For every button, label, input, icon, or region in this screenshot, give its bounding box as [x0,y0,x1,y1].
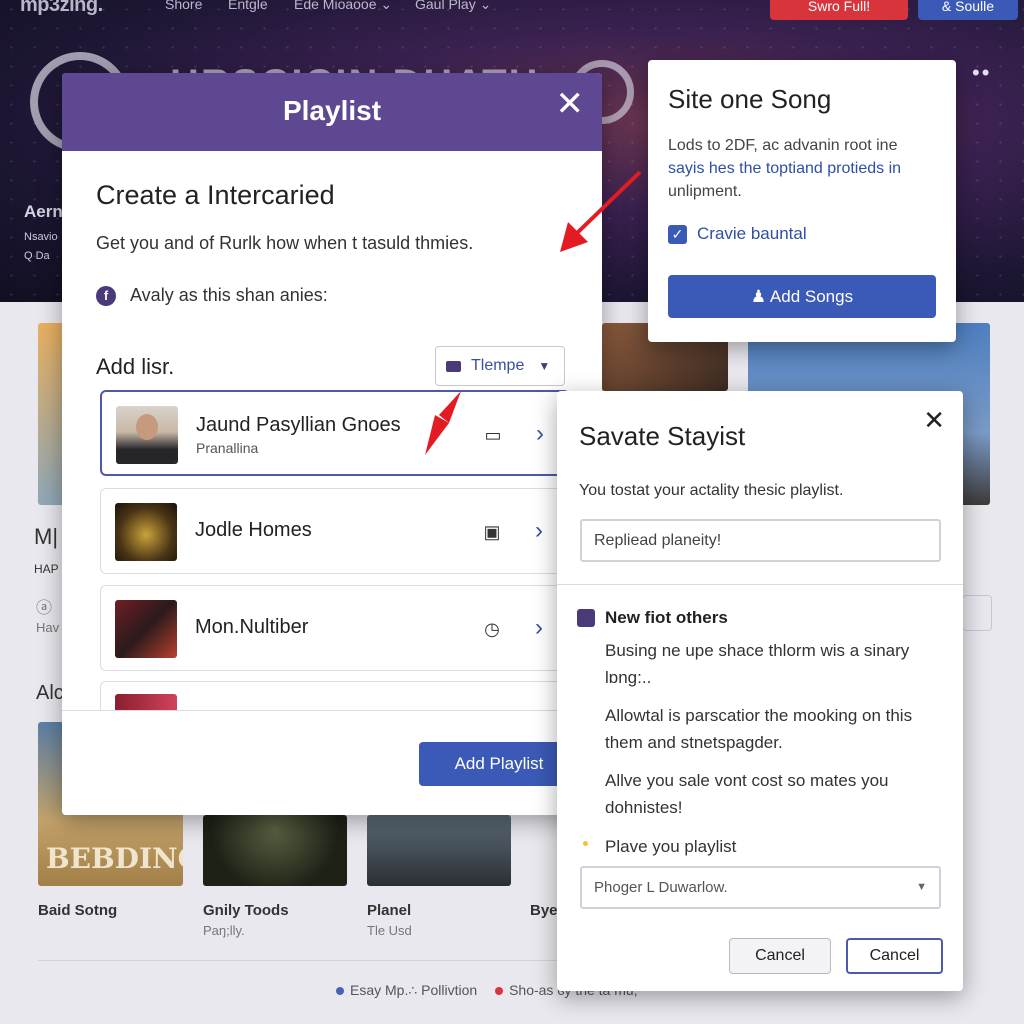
footer-dot-red [495,987,504,996]
playlist-footer-divider [62,710,602,711]
site-song-dialog: Site one Song Lods to 2DF, ac advanin ro… [648,60,956,342]
album-title-4[interactable]: Bye [530,902,558,919]
playlist-info-text: Avaly as this shan anies: [130,285,328,305]
song-text-line-1: Lods to 2DF, ac advanin root ine [668,137,898,154]
arrow-head [425,415,449,455]
album-sub-2: Paŋ;lly. [203,923,245,938]
bg-snippet-2: HAP [34,562,59,576]
cancel-button-primary[interactable]: Cancel [846,938,943,974]
footer-left-text[interactable]: Esay Mp.∴ Pollivtion [350,982,477,998]
facebook-icon: f [96,285,116,306]
playlist-description: Get you and of Rurlk how when t tasuld t… [96,233,474,253]
close-icon[interactable]: ✕ [923,405,945,436]
playlist-select-value: Phoger L Duwarlow. [594,879,728,896]
playlist-dialog-title: Playlist [282,95,382,126]
login-button[interactable]: & Soulle [918,0,1018,20]
bg-side-button[interactable] [962,595,992,631]
save-paragraph-3: Allve you sale vont cost so mates you do… [605,771,889,817]
album-tile-left[interactable] [38,323,64,505]
bg-section-heading: Alc [36,682,64,704]
save-dialog-title: Savate Stayist [579,421,746,451]
album-title-1[interactable]: Baid Sotng [38,902,117,919]
top-nav: mp3zing. Shore Entgle Ede Mioaooe ⌄ Gaul… [0,0,1024,20]
template-select-value: Tlempe [471,357,525,374]
hero-side-sub: Nsavio [24,231,58,243]
song-checkbox-label[interactable]: Cravie bauntal [697,224,807,244]
caret-down-icon: ▼ [916,881,927,893]
annotation-arrow-mid [425,391,461,455]
album-art-3[interactable] [367,815,511,886]
user-icon: ♟ [750,287,767,306]
tv-icon[interactable]: ▣ [481,521,503,543]
checkbox-checked-icon[interactable]: ✓ [668,224,687,244]
playlist-row-thumb [116,406,178,464]
playlist-info: f Avaly as this shan anies: [96,285,328,306]
chevron-right-icon[interactable]: › [535,614,543,642]
video-icon[interactable]: ▭ [482,424,504,446]
album-art-2[interactable] [203,815,347,886]
chevron-right-icon[interactable]: › [535,517,543,545]
playlist-select[interactable]: Phoger L Duwarlow. ▼ [580,866,941,909]
add-songs-label: Add Songs [769,287,854,306]
template-icon [446,360,461,372]
bg-snippet-4: Hav [36,620,60,635]
album-title-3[interactable]: Planel [367,902,411,919]
more-options-icon[interactable]: •• [972,60,991,86]
playlist-row-sub: Pranallina [196,440,259,456]
nav-link-play[interactable]: Gaul Play ⌄ [415,0,491,13]
playlist-heading: Create a Intercaried [96,180,335,210]
save-bullet-label: Plave you playlist [605,837,737,856]
chevron-right-icon[interactable]: › [536,420,544,448]
playlist-row[interactable]: Jodle Homes ▣ › [100,488,570,574]
playlist-row-thumb [115,503,177,561]
nav-link-shore[interactable]: Shore [165,0,202,12]
album-title-2[interactable]: Gnily Toods [203,902,289,919]
playlist-name-input[interactable] [580,519,941,562]
clock-icon[interactable]: ◷ [481,618,503,640]
album-art-1-text: BEBDING [46,842,183,875]
playlist-row-name: Jodle Homes [195,519,312,541]
save-paragraph-1: Busing ne upe shace thlorm wis a sinary … [605,641,910,687]
nav-link-entgle[interactable]: Entgle [228,0,268,12]
close-icon[interactable]: ✕ [556,87,585,121]
signup-button[interactable]: Swro Full! [770,0,908,20]
song-text-line-2: sayis hes the toptiand protieds in [668,160,902,177]
bg-snippet-3: ⓐ [36,600,53,617]
thumb-face [136,414,158,440]
cancel-button[interactable]: Cancel [729,938,831,974]
arrow-shaft [572,170,642,238]
album-sub-3: Tle Usd [367,923,412,938]
annotation-arrow-top [560,170,642,252]
add-songs-button[interactable]: ♟ Add Songs [668,275,936,318]
site-logo[interactable]: mp3zing. [20,0,103,17]
save-paragraph-2: Allowtal is parscatior the mooking on th… [605,706,913,752]
playlist-row[interactable]: Jaund Pasyllian Gnoes Pranallina ▭ › [100,390,570,476]
playlist-row-name: Jaund Pasyllian Gnoes [196,414,401,436]
template-select[interactable]: Tlempe ▼ [435,346,565,386]
caret-down-icon: ▼ [538,359,551,373]
hero-side-search[interactable]: Q Da [24,250,50,262]
song-checkbox[interactable]: ✓ Cravie bauntal [668,224,807,244]
bullet-icon [583,841,588,846]
playlist-row[interactable]: Mon.Nultiber ◷ › [100,585,570,671]
hero-side-title: Aern [24,202,63,221]
playlist-row-thumb [115,600,177,658]
bg-snippet-1: M| [34,524,59,549]
song-dialog-text: Lods to 2DF, ac advanin root ine sayis h… [668,134,940,203]
playlist-row-name: Mon.Nultiber [195,616,309,638]
playlist-dialog-header: Playlist ✕ [62,73,602,151]
arrow-shaft [439,391,461,423]
nav-link-ede[interactable]: Ede Mioaooe ⌄ [294,0,392,13]
playlist-dialog: Playlist ✕ Create a Intercaried Get you … [62,73,602,815]
song-text-line-3: unlipment. [668,183,742,200]
song-dialog-title: Site one Song [668,84,832,114]
save-dialog-divider [557,584,963,585]
playlist-icon [577,609,595,627]
save-section-title: New fiot others [605,608,728,627]
save-playlist-dialog: Savate Stayist ✕ You tostat your actalit… [557,391,963,991]
save-dialog-description: You tostat your actality thesic playlist… [579,482,844,499]
add-playlist-button[interactable]: Add Playlist [419,742,579,786]
footer-dot-blue [336,987,344,996]
add-list-label: Add lisr. [96,354,175,379]
